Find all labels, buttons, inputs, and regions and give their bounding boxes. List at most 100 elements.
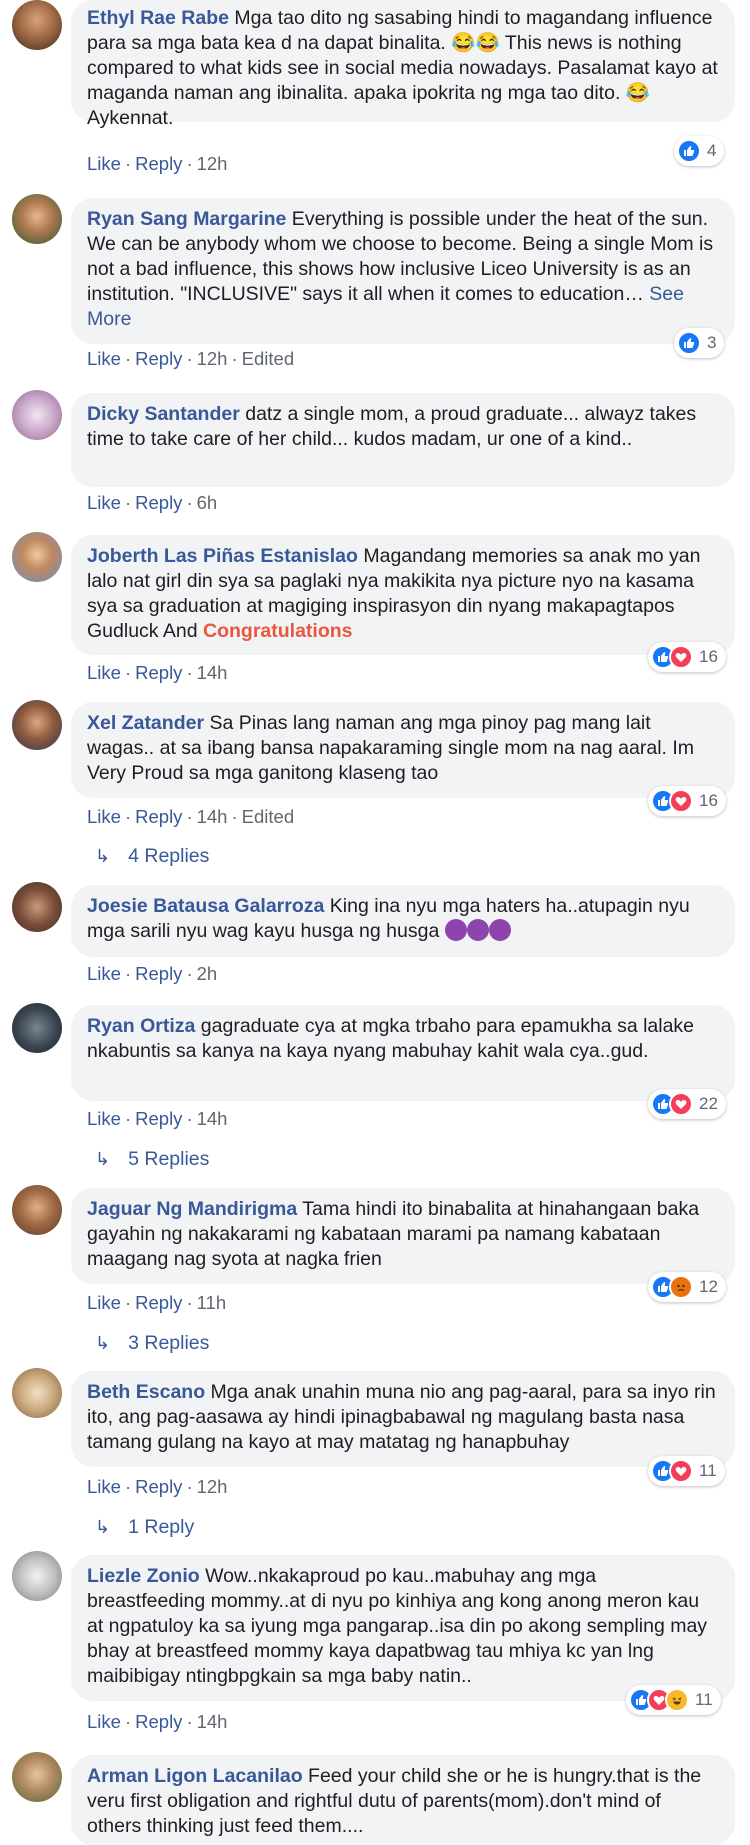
comment-author[interactable]: Beth Escano — [87, 1381, 205, 1403]
comment-actions: Like · Reply · 14h — [87, 1711, 228, 1732]
replies-count[interactable]: 3 Replies — [128, 1332, 209, 1354]
reaction-summary[interactable]: 16 — [648, 786, 726, 816]
comment-bubble: Ethyl Rae Rabe Mga tao dito ng sasabing … — [71, 0, 735, 129]
comment-actions: Like · Reply · 11h — [87, 1292, 227, 1313]
comment-actions: Like · Reply · 6h — [87, 492, 218, 513]
devil-emoji — [466, 919, 489, 941]
reaction-count: 11 — [699, 1461, 717, 1480]
timestamp[interactable]: 14h — [197, 806, 228, 827]
reply-link[interactable]: Reply — [135, 348, 182, 369]
haha-icon — [665, 1688, 689, 1712]
comment-author[interactable]: Jaguar Ng Mandirigma — [87, 1198, 297, 1220]
like-link[interactable]: Like — [87, 1476, 121, 1497]
avatar[interactable] — [12, 1551, 62, 1601]
reply-arrow-icon: ↳ — [95, 846, 111, 866]
reaction-count: 16 — [699, 647, 718, 666]
avatar[interactable] — [12, 882, 62, 932]
avatar[interactable] — [12, 1752, 62, 1802]
comment-author[interactable]: Joesie Batausa Galarroza — [87, 895, 324, 917]
comment-bubble: Jaguar Ng Mandirigma Tama hindi ito bina… — [71, 1188, 735, 1284]
timestamp[interactable]: 11h — [197, 1292, 227, 1313]
avatar[interactable] — [12, 0, 62, 50]
like-link[interactable]: Like — [87, 348, 121, 369]
comment-author[interactable]: Ryan Ortiza — [87, 1015, 195, 1037]
view-replies-link[interactable]: ↳ 1 Reply — [95, 1515, 194, 1539]
comment-bubble: Dicky Santander datz a single mom, a pro… — [71, 393, 735, 487]
replies-count[interactable]: 4 Replies — [128, 845, 209, 867]
reply-link[interactable]: Reply — [135, 1292, 182, 1313]
reaction-count: 11 — [695, 1690, 713, 1709]
comment-actions: Like · Reply · 12h · Edited — [87, 348, 295, 369]
reaction-summary[interactable]: 16 — [648, 642, 726, 672]
reply-arrow-icon: ↳ — [95, 1149, 111, 1169]
like-link[interactable]: Like — [87, 963, 121, 984]
comment-bubble: Ryan Ortiza gagraduate cya at mgka trbah… — [71, 1005, 735, 1101]
comment-bubble: Ryan Sang Margarine Everything is possib… — [71, 198, 735, 344]
like-link[interactable]: Like — [87, 806, 121, 827]
reaction-summary[interactable]: 4 — [674, 136, 725, 166]
comment-author[interactable]: Dicky Santander — [87, 403, 240, 425]
like-link[interactable]: Like — [87, 1108, 121, 1129]
like-link[interactable]: Like — [87, 492, 121, 513]
comment-bubble: Joberth Las Piñas Estanislao Magandang m… — [71, 535, 735, 655]
avatar[interactable] — [12, 390, 62, 440]
comment-bubble: Arman Ligon Lacanilao Feed your child sh… — [71, 1755, 735, 1845]
reaction-summary[interactable]: 11 — [648, 1456, 725, 1486]
timestamp[interactable]: 12h — [197, 1476, 228, 1497]
comment-author[interactable]: Ethyl Rae Rabe — [87, 7, 229, 29]
reaction-summary[interactable]: 11 — [626, 1685, 721, 1715]
reply-link[interactable]: Reply — [135, 1711, 182, 1732]
love-icon — [669, 1092, 693, 1116]
reaction-count: 22 — [699, 1094, 718, 1113]
like-link[interactable]: Like — [87, 1711, 121, 1732]
timestamp[interactable]: 14h — [197, 1108, 228, 1129]
avatar[interactable] — [12, 700, 62, 750]
timestamp[interactable]: 2h — [197, 963, 218, 984]
comment-author[interactable]: Liezle Zonio — [87, 1565, 200, 1587]
edited-label[interactable]: Edited — [242, 348, 294, 369]
reply-link[interactable]: Reply — [135, 1476, 182, 1497]
comment-actions: Like · Reply · 2h — [87, 963, 218, 984]
comment-author[interactable]: Joberth Las Piñas Estanislao — [87, 545, 358, 567]
avatar[interactable] — [12, 1185, 62, 1235]
avatar[interactable] — [12, 532, 62, 582]
reply-link[interactable]: Reply — [135, 153, 182, 174]
replies-count[interactable]: 1 Reply — [128, 1516, 194, 1538]
view-replies-link[interactable]: ↳ 4 Replies — [95, 844, 209, 868]
comment-bubble: Joesie Batausa Galarroza King ina nyu mg… — [71, 885, 735, 957]
comment-actions: Like · Reply · 14h — [87, 1108, 228, 1129]
view-replies-link[interactable]: ↳ 3 Replies — [95, 1331, 209, 1355]
reply-link[interactable]: Reply — [135, 1108, 182, 1129]
reply-link[interactable]: Reply — [135, 806, 182, 827]
like-link[interactable]: Like — [87, 662, 121, 683]
reply-link[interactable]: Reply — [135, 963, 182, 984]
comment-author[interactable]: Ryan Sang Margarine — [87, 208, 286, 230]
timestamp[interactable]: 12h — [197, 153, 228, 174]
avatar[interactable] — [12, 1003, 62, 1053]
reaction-summary[interactable]: 3 — [674, 328, 725, 358]
view-replies-link[interactable]: ↳ 5 Replies — [95, 1147, 209, 1171]
like-link[interactable]: Like — [87, 153, 121, 174]
reply-link[interactable]: Reply — [135, 662, 182, 683]
replies-count[interactable]: 5 Replies — [128, 1148, 209, 1170]
love-icon — [669, 789, 693, 813]
timestamp[interactable]: 14h — [197, 1711, 228, 1732]
comment-author[interactable]: Arman Ligon Lacanilao — [87, 1765, 303, 1787]
reaction-count: 12 — [699, 1277, 718, 1296]
like-icon — [677, 331, 701, 355]
comment-actions: Like · Reply · 12h — [87, 1476, 228, 1497]
avatar[interactable] — [12, 1368, 62, 1418]
timestamp[interactable]: 14h — [197, 662, 228, 683]
reaction-summary[interactable]: 22 — [648, 1089, 726, 1119]
avatar[interactable] — [12, 194, 62, 244]
comment-author[interactable]: Xel Zatander — [87, 712, 204, 734]
like-icon — [677, 139, 701, 163]
timestamp[interactable]: 12h — [197, 348, 228, 369]
reaction-count: 3 — [707, 333, 717, 352]
reaction-summary[interactable]: 12 — [648, 1272, 726, 1302]
congratulations-text: Congratulations — [203, 620, 353, 642]
edited-label[interactable]: Edited — [242, 806, 294, 827]
reply-link[interactable]: Reply — [135, 492, 182, 513]
like-link[interactable]: Like — [87, 1292, 121, 1313]
timestamp[interactable]: 6h — [197, 492, 218, 513]
